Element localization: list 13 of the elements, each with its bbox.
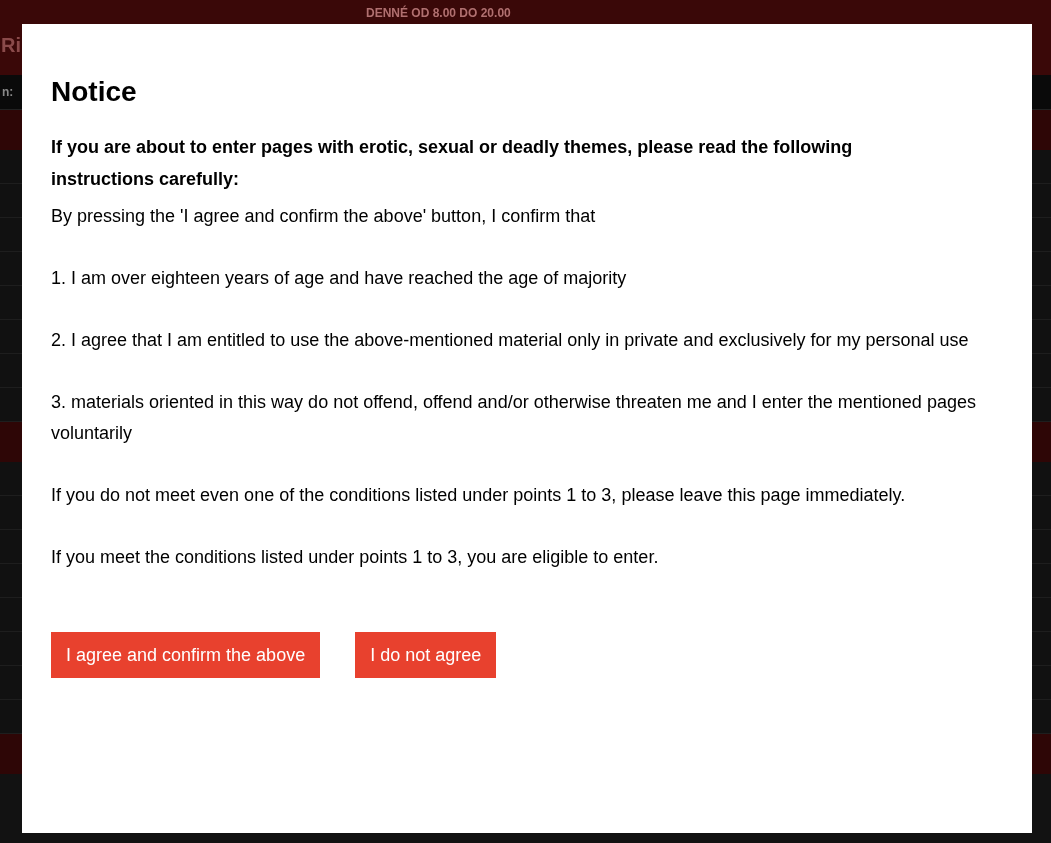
dialog-title: Notice — [51, 76, 138, 108]
notice-paragraph: 1. I am over eighteen years of age and have reached the age of majority — [51, 267, 628, 290]
intro-text: If you are about to enter pages with erotic, sexual or deadly themes, please read the following instructions carefully: — [51, 136, 854, 191]
notice-paragraph: By pressing the 'I agree and confirm the above' button, I confirm that — [51, 205, 597, 228]
notice-paragraph: If you do not meet even one of the conditions listed under points 1 to 3, please leave this page immediately. — [51, 484, 907, 507]
disagree-button[interactable]: I do not agree — [355, 632, 497, 678]
notice-paragraph: 2. I agree that I am entitled to use the above-mentioned material only in private and exclusively for my personal use — [51, 329, 970, 352]
logo-fragment: Ri — [1, 34, 21, 57]
opening-hours: DENNÉ OD 8.00 DO 20.00 — [366, 6, 511, 20]
notice-paragraph: 3. materials oriented in this way do not offend, offend and/or otherwise threaten me and I enter the mentioned pages voluntarily — [51, 391, 977, 445]
notice-paragraph: If you meet the conditions listed under points 1 to 3, you are eligible to enter. — [51, 546, 660, 569]
agree-button[interactable]: I agree and confirm the above — [51, 632, 321, 678]
label-fragment: n: — [2, 85, 14, 99]
